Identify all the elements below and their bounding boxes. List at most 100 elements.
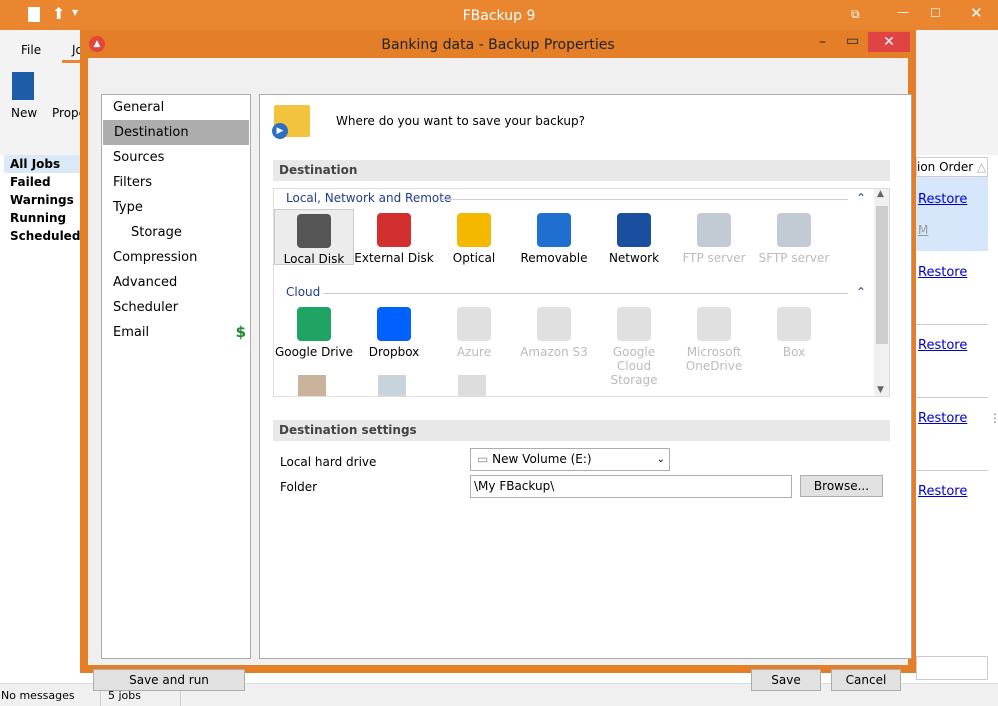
restore-link[interactable]: Restore — [918, 192, 967, 207]
removable-icon — [537, 213, 571, 247]
minimize-icon[interactable]: – — [819, 34, 826, 50]
nav-scheduler[interactable]: Scheduler — [102, 295, 250, 320]
browse-button[interactable]: Browse... — [800, 475, 883, 497]
restore-link[interactable]: Restore — [918, 338, 967, 353]
scrollbar[interactable]: ▲ ▼ — [874, 189, 889, 396]
jobs-filter-list: All Jobs Failed Warnings Running Schedul… — [0, 155, 80, 683]
close-icon[interactable]: ✕ — [970, 4, 983, 22]
scrollbar-thumb[interactable] — [876, 206, 888, 344]
network-icon — [617, 213, 651, 247]
destination-external-disk[interactable]: External Disk — [354, 209, 434, 265]
destination-label: SFTP server — [758, 251, 830, 265]
destination-azure: Azure — [434, 303, 514, 359]
filter-running[interactable]: Running — [0, 209, 80, 227]
folder-input[interactable]: \My FBackup\ — [470, 475, 792, 498]
question-text: Where do you want to save your backup? — [336, 114, 585, 128]
app-title-bar: ⬆ ▼ FBackup 9 ⧉ — ☐ ✕ — [0, 0, 998, 30]
save-and-run-button[interactable]: Save and run — [93, 669, 245, 691]
box-icon — [777, 307, 811, 341]
nav-destination[interactable]: Destination — [103, 120, 249, 145]
destination-section-header: Destination — [273, 160, 890, 181]
collapse-icon[interactable]: ⌃ — [856, 191, 866, 205]
new-button[interactable]: New — [11, 106, 37, 120]
filter-warnings[interactable]: Warnings — [0, 191, 80, 209]
amazon-s3-icon — [537, 307, 571, 341]
filter-scheduled[interactable]: Scheduled — [0, 227, 80, 245]
nav-email-label: Email — [113, 325, 150, 340]
destination-google-drive[interactable]: Google Drive — [274, 303, 354, 359]
close-button[interactable]: ✕ — [868, 32, 910, 52]
drive-select[interactable]: ▭ New Volume (E:) ⌄ — [470, 448, 670, 471]
nav-storage[interactable]: Storage — [102, 220, 250, 245]
nav-advanced[interactable]: Advanced — [102, 270, 250, 295]
collapse-icon[interactable]: ⌃ — [856, 285, 866, 299]
destination-network[interactable]: Network — [594, 209, 674, 265]
backup-properties-dialog: ▲ Banking data - Backup Properties – ▭ ✕… — [80, 30, 916, 691]
new-job-icon — [12, 72, 34, 100]
group-local-label: Local, Network and Remote — [286, 191, 452, 205]
drive-label: Local hard drive — [280, 455, 377, 469]
nav-filters[interactable]: Filters — [102, 170, 250, 195]
dialog-title: Banking data - Backup Properties — [381, 37, 615, 53]
microsoft-onedrive-icon — [697, 307, 731, 341]
status-messages: No messages — [1, 689, 75, 702]
filter-failed[interactable]: Failed — [0, 173, 80, 191]
destination-dropbox[interactable]: Dropbox — [354, 303, 434, 359]
save-button[interactable]: Save — [751, 669, 821, 691]
dropbox-icon — [377, 307, 411, 341]
google-drive-icon — [297, 307, 331, 341]
minimize-icon[interactable]: — — [897, 5, 909, 19]
destination-label: Microsoft OneDrive — [685, 345, 743, 373]
destination-label: Local Disk — [283, 252, 345, 266]
storage-icon — [378, 375, 406, 396]
nav-email[interactable]: Email $ — [102, 320, 250, 345]
destination-ftp-server: FTP server — [674, 209, 754, 265]
restore-link[interactable]: Restore — [918, 265, 967, 280]
maximize-icon[interactable]: ▭ — [846, 33, 859, 49]
restore-link[interactable]: Restore — [918, 411, 967, 426]
folder-label: Folder — [280, 480, 318, 494]
optical-icon — [457, 213, 491, 247]
destination-settings-header: Destination settings — [273, 420, 890, 441]
nav-sources[interactable]: Sources — [102, 145, 250, 170]
destination-label: External Disk — [354, 251, 434, 265]
destination-label: Box — [782, 345, 806, 359]
chevron-down-icon: ⌄ — [656, 454, 665, 465]
destination-box: Box — [754, 303, 834, 359]
cancel-button[interactable]: Cancel — [831, 669, 901, 691]
storage-icon — [458, 375, 486, 396]
nav-type[interactable]: Type — [102, 195, 250, 220]
destination-local-disk[interactable]: Local Disk — [274, 209, 354, 266]
destination-amazon-s3: Amazon S3 — [514, 303, 594, 359]
destination-label: Azure — [456, 345, 492, 359]
storage-icon — [298, 375, 326, 396]
maximize-icon[interactable]: ☐ — [930, 6, 941, 20]
drive-icon: ▭ — [477, 452, 489, 466]
external-disk-icon — [377, 213, 411, 247]
destination-label: Google Cloud Storage — [610, 345, 658, 387]
destination-label: Network — [608, 251, 660, 265]
local-disk-icon — [297, 214, 331, 248]
selected-job-row[interactable] — [916, 177, 988, 251]
premium-dollar-icon: $ — [235, 323, 246, 341]
destination-sftp-server: SFTP server — [754, 209, 834, 265]
drive-value: New Volume (E:) — [492, 452, 592, 466]
restore-window-icon[interactable]: ⧉ — [851, 7, 860, 22]
destination-removable[interactable]: Removable — [514, 209, 594, 265]
destination-google-cloud-storage: Google Cloud Storage — [594, 303, 674, 387]
filter-all-jobs[interactable]: All Jobs — [4, 155, 80, 173]
destination-optical[interactable]: Optical — [434, 209, 514, 265]
nav-general[interactable]: General — [102, 95, 250, 120]
nav-compression[interactable]: Compression — [102, 245, 250, 270]
column-header[interactable]: ion Order △ — [916, 157, 988, 177]
restore-link[interactable]: Restore — [918, 484, 967, 499]
more-icon[interactable]: ⋮ — [989, 411, 998, 425]
destination-label: FTP server — [682, 251, 746, 265]
settings-nav: General Destination Sources Filters Type… — [101, 94, 251, 659]
app-title: FBackup 9 — [462, 8, 536, 24]
menu-file[interactable]: File — [21, 43, 41, 57]
destination-label: Optical — [452, 251, 496, 265]
job-partial-text: M — [918, 223, 929, 237]
search-input[interactable] — [916, 656, 988, 680]
destination-label: Amazon S3 — [520, 345, 588, 359]
